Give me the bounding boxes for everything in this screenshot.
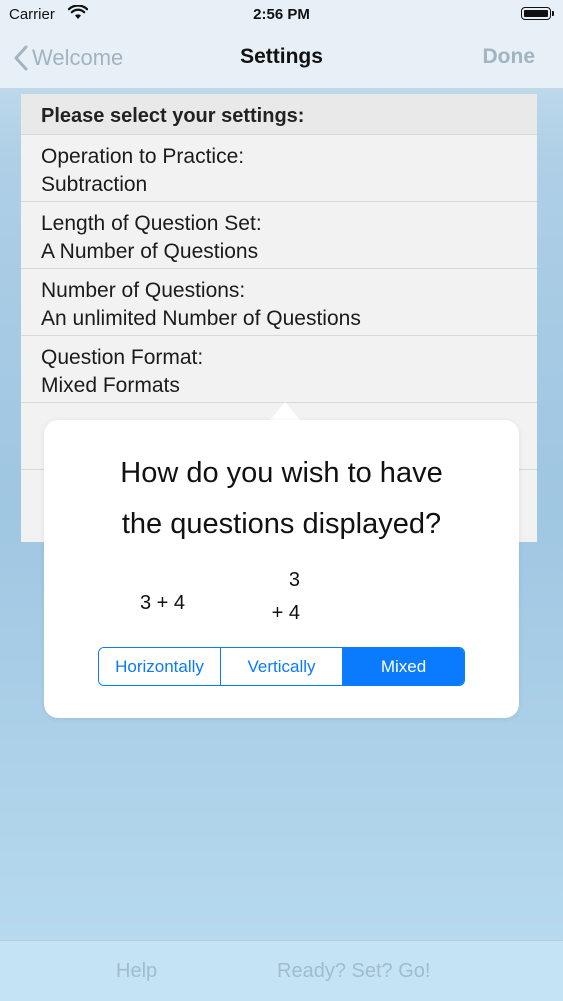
help-button[interactable]: Help bbox=[116, 960, 157, 983]
setting-label: Length of Question Set: bbox=[41, 212, 262, 235]
example-vertical-bottom: + 4 bbox=[271, 602, 300, 624]
battery-icon bbox=[521, 7, 554, 20]
segment-horizontally[interactable]: Horizontally bbox=[99, 648, 220, 685]
popover-question: How do you wish to have the questions di… bbox=[44, 448, 519, 550]
setting-label: Operation to Practice: bbox=[41, 145, 245, 168]
ready-set-go-button[interactable]: Ready? Set? Go! bbox=[277, 960, 430, 983]
setting-value: Subtraction bbox=[41, 173, 148, 196]
settings-header: Please select your settings: bbox=[21, 94, 537, 134]
setting-label: Number of Questions: bbox=[41, 279, 246, 302]
setting-row-number[interactable]: Number of Questions: An unlimited Number… bbox=[21, 268, 537, 335]
setting-value: An unlimited Number of Questions bbox=[41, 307, 361, 330]
segment-mixed[interactable]: Mixed bbox=[342, 648, 464, 685]
format-popover: How do you wish to have the questions di… bbox=[44, 420, 519, 718]
status-bar: Carrier 2:56 PM bbox=[0, 0, 563, 30]
question-line-2: the questions displayed? bbox=[121, 508, 442, 540]
segment-vertically[interactable]: Vertically bbox=[220, 648, 342, 685]
example-vertical: 3 + 4 bbox=[266, 564, 300, 630]
bottom-toolbar: Help Ready? Set? Go! bbox=[0, 940, 563, 1001]
popover-arrow bbox=[270, 402, 300, 420]
setting-row-format[interactable]: Question Format: Mixed Formats bbox=[21, 335, 537, 402]
status-time: 2:56 PM bbox=[253, 6, 310, 23]
example-horizontal: 3 + 4 bbox=[140, 592, 186, 614]
setting-value: Mixed Formats bbox=[41, 374, 180, 397]
setting-row-operation[interactable]: Operation to Practice: Subtraction bbox=[21, 134, 537, 201]
setting-label: Question Format: bbox=[41, 346, 204, 369]
setting-value: A Number of Questions bbox=[41, 240, 259, 263]
navigation-bar: Welcome Settings Done bbox=[0, 30, 563, 89]
example-vertical-top: 3 bbox=[288, 569, 300, 591]
question-line-1: How do you wish to have bbox=[120, 457, 443, 489]
page-title: Settings bbox=[240, 45, 323, 68]
setting-row-length[interactable]: Length of Question Set: A Number of Ques… bbox=[21, 201, 537, 268]
done-button[interactable]: Done bbox=[483, 45, 536, 69]
format-segmented-control: Horizontally Vertically Mixed bbox=[98, 647, 465, 686]
